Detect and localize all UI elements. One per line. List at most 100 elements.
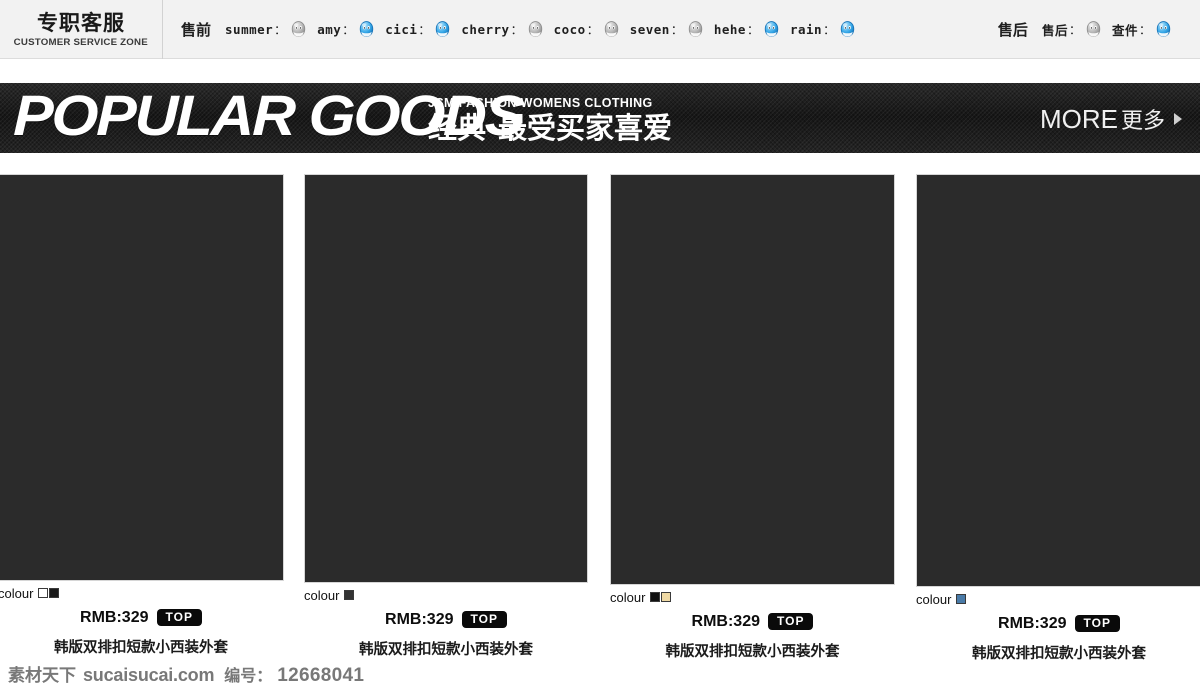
price-row: RMB:329 TOP [916,614,1200,633]
agent-name: rain [789,21,823,37]
presale-heading: 售前 [181,20,212,39]
product-meta: colour RMB:329 TOP 韩版双排扣短款小西装外套 [0,581,284,657]
top-badge: TOP [1074,615,1120,632]
agent-item-cherry[interactable]: cherry： [461,20,544,39]
agent-separator: ： [823,22,836,37]
agent-item-售后[interactable]: 售后： [1042,20,1103,39]
aliwangwang-online-icon[interactable] [433,20,452,39]
source-watermark: 素材天下 sucaisucai.com 编号： 12668041 [8,661,364,687]
more-label-cn: 更多 [1120,109,1165,134]
colour-label: colour [0,585,34,601]
agent-name: seven [629,21,670,37]
banner-subtitle-cn: 经典-最受买家喜爱 [428,111,673,145]
price-row: RMB:329 TOP [304,610,588,629]
triangle-right-icon [1174,113,1182,125]
agent-item-summer[interactable]: summer： [225,20,308,39]
product-title[interactable]: 韩版双排扣短款小西装外套 [304,638,588,659]
colour-swatch[interactable] [38,588,49,598]
colour-label: colour [916,591,952,607]
product-card[interactable]: colour RMB:329 TOP 韩版双排扣短款小西装外套 [916,174,1200,663]
product-image[interactable] [916,174,1200,587]
agent-item-查件[interactable]: 查件： [1112,20,1173,39]
colour-swatch[interactable] [956,594,967,604]
agent-separator: ： [274,22,287,37]
agent-separator: ： [1068,22,1081,37]
colour-swatch[interactable] [650,592,661,602]
agent-name: 售后 [1041,22,1068,38]
agent-item-seven[interactable]: seven： [630,20,705,39]
product-grid: colour RMB:329 TOP 韩版双排扣短款小西装外套 colour RMB:32… [0,174,1200,689]
aliwangwang-online-icon[interactable] [838,20,857,39]
colour-row: colour [0,585,284,601]
watermark-site-cn: 素材天下 [8,666,76,686]
product-price: RMB:329 [385,610,454,628]
top-badge: TOP [156,609,202,626]
colour-label: colour [304,587,340,603]
colour-swatch[interactable] [661,592,672,602]
product-title[interactable]: 韩版双排扣短款小西装外套 [916,642,1200,663]
agent-name: coco [553,21,586,37]
product-price: RMB:329 [998,614,1067,632]
agent-separator: ： [418,22,431,37]
aftersale-group: 售后 售后：查件： [980,0,1200,59]
agent-name: summer [225,21,274,37]
watermark-id-value: 12668041 [277,665,365,686]
product-image[interactable] [610,174,895,585]
banner-subtitle-en: JSM FASHION WOMENS CLOTHING [428,95,653,110]
watermark-id-label: 编号： [224,666,273,685]
aliwangwang-offline-icon[interactable] [289,20,308,39]
agent-item-hehe[interactable]: hehe： [714,20,781,39]
agent-name: hehe [713,21,746,37]
agent-name: cici [385,21,418,37]
agent-item-amy[interactable]: amy： [317,20,376,39]
price-row: RMB:329 TOP [0,608,284,627]
product-meta: colour RMB:329 TOP 韩版双排扣短款小西装外套 [610,585,895,661]
colour-row: colour [610,589,895,605]
aliwangwang-offline-icon[interactable] [526,20,545,39]
agent-separator: ： [510,22,523,37]
presale-group: 售前 summer： amy： cici： cherry： coco： seven： heh… [163,0,866,59]
popular-goods-banner: POPULAR GOODS JSM FASHION WOMENS CLOTHIN… [0,83,1200,153]
aftersale-heading: 售后 [997,20,1028,39]
colour-swatch[interactable] [49,588,60,598]
aliwangwang-online-icon[interactable] [1154,20,1173,39]
agent-separator: ： [1138,22,1151,37]
price-row: RMB:329 TOP [610,612,895,631]
product-card[interactable]: colour RMB:329 TOP 韩版双排扣短款小西装外套 [610,174,895,661]
agent-separator: ： [586,22,599,37]
agent-separator: ： [746,22,759,37]
agent-separator: ： [342,22,355,37]
colour-row: colour [916,591,1200,607]
more-button[interactable]: MORE 更多 [1040,103,1182,135]
agent-name: cherry [461,21,510,37]
agent-item-coco[interactable]: coco： [554,20,621,39]
agent-item-cici[interactable]: cici： [385,20,452,39]
colour-swatch[interactable] [344,590,355,600]
agent-item-rain[interactable]: rain： [790,20,857,39]
agent-separator: ： [670,22,683,37]
product-title[interactable]: 韩版双排扣短款小西装外套 [0,636,284,657]
aliwangwang-offline-icon[interactable] [686,20,705,39]
aliwangwang-online-icon[interactable] [357,20,376,39]
product-meta: colour RMB:329 TOP 韩版双排扣短款小西装外套 [304,583,588,659]
brand-logo: 专职客服 CUSTOMER SERVICE ZONE [0,0,163,59]
more-label-en: MORE [1039,103,1118,134]
customer-service-bar: 专职客服 CUSTOMER SERVICE ZONE 售前 summer： amy… [0,0,1200,59]
product-title[interactable]: 韩版双排扣短款小西装外套 [610,640,895,661]
top-badge: TOP [768,613,814,630]
colour-label: colour [610,589,646,605]
aliwangwang-offline-icon[interactable] [602,20,621,39]
product-meta: colour RMB:329 TOP 韩版双排扣短款小西装外套 [916,587,1200,663]
colour-row: colour [304,587,588,603]
product-price: RMB:329 [691,612,760,630]
logo-title-en: CUSTOMER SERVICE ZONE [13,36,149,48]
aliwangwang-offline-icon[interactable] [1084,20,1103,39]
agent-name: amy [317,21,342,37]
aliwangwang-online-icon[interactable] [762,20,781,39]
product-card[interactable]: colour RMB:329 TOP 韩版双排扣短款小西装外套 [0,174,284,657]
product-image[interactable] [0,174,284,581]
product-image[interactable] [304,174,588,583]
agent-name: 查件 [1111,22,1138,38]
watermark-site-url: sucaisucai.com [83,665,215,685]
product-card[interactable]: colour RMB:329 TOP 韩版双排扣短款小西装外套 [304,174,588,659]
